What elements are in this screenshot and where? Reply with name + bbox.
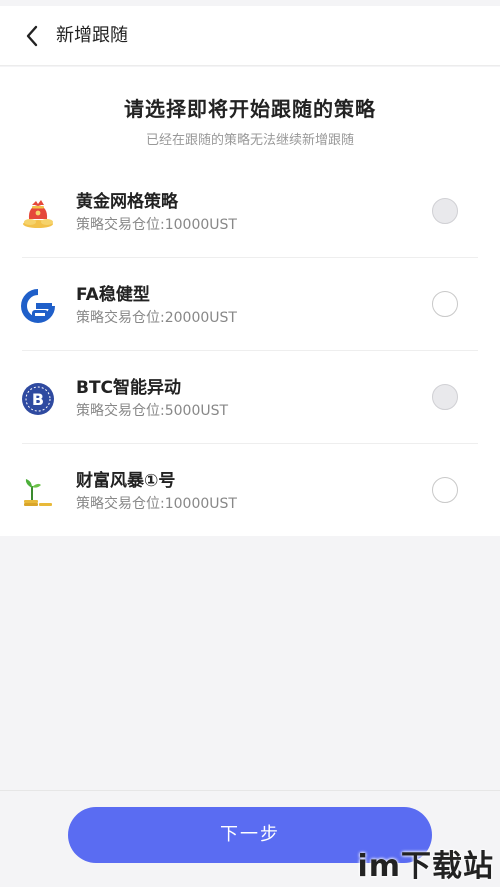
svg-text:B: B bbox=[32, 390, 44, 409]
strategy-list: 黄金网格策略 策略交易仓位:10000UST FA稳健型 策略交易仓位:2000… bbox=[0, 165, 500, 536]
watermark-logo: im下载站 bbox=[357, 849, 494, 884]
strategy-radio[interactable] bbox=[432, 477, 458, 503]
strategy-item-fa-steady[interactable]: FA稳健型 策略交易仓位:20000UST bbox=[0, 258, 500, 351]
strategy-position: 策略交易仓位:10000UST bbox=[76, 496, 237, 512]
strategy-radio[interactable] bbox=[432, 384, 458, 410]
strategy-name: 财富风暴①号 bbox=[76, 471, 176, 491]
gold-pouch-icon bbox=[20, 195, 56, 231]
page-title: 新增跟随 bbox=[56, 25, 128, 46]
strategy-name: 黄金网格策略 bbox=[76, 192, 178, 212]
bitcoin-icon: B bbox=[20, 381, 56, 417]
strategy-radio[interactable] bbox=[432, 198, 458, 224]
strategy-name: BTC智能异动 bbox=[76, 378, 182, 398]
strategy-item-gold-grid[interactable]: 黄金网格策略 策略交易仓位:10000UST bbox=[0, 165, 500, 258]
strategy-radio[interactable] bbox=[432, 291, 458, 317]
fa-logo-icon bbox=[20, 288, 56, 324]
intro-subtitle: 已经在跟随的策略无法继续新增跟随 bbox=[145, 133, 354, 148]
strategy-item-btc-smart[interactable]: B BTC智能异动 策略交易仓位:5000UST bbox=[0, 351, 500, 444]
strategy-position: 策略交易仓位:20000UST bbox=[76, 310, 237, 326]
chevron-left-icon bbox=[26, 25, 38, 47]
strategy-item-wealth-storm[interactable]: 财富风暴①号 策略交易仓位:10000UST bbox=[0, 444, 500, 537]
nav-header: 新增跟随 bbox=[0, 6, 500, 66]
strategy-name: FA稳健型 bbox=[76, 285, 150, 305]
sprout-coins-icon bbox=[20, 474, 56, 510]
page: 新增跟随 请选择即将开始跟随的策略 已经在跟随的策略无法继续新增跟随 黄金网格策… bbox=[0, 0, 500, 887]
back-button[interactable] bbox=[18, 22, 46, 50]
strategy-position: 策略交易仓位:10000UST bbox=[76, 217, 237, 233]
intro-section: 请选择即将开始跟随的策略 已经在跟随的策略无法继续新增跟随 bbox=[0, 67, 500, 165]
intro-title: 请选择即将开始跟随的策略 bbox=[124, 97, 376, 121]
strategy-position: 策略交易仓位:5000UST bbox=[76, 403, 229, 419]
